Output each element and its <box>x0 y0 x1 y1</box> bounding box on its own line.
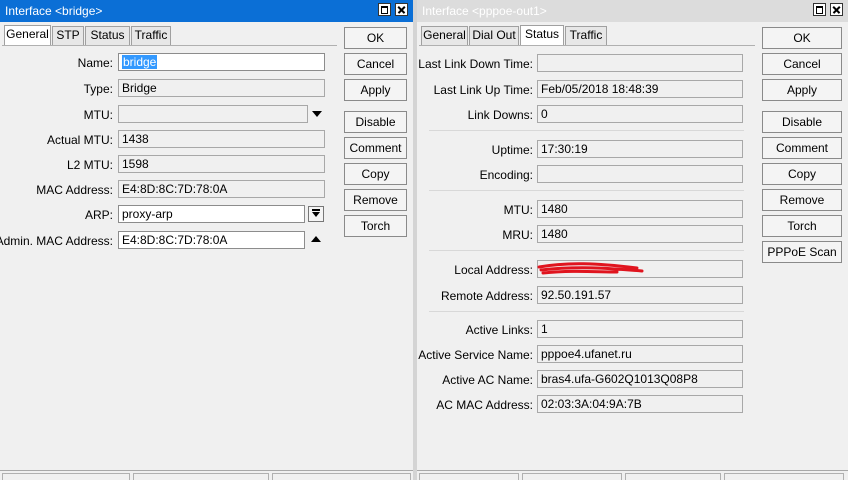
ac-mac-address-label: AC MAC Address: <box>436 398 533 412</box>
mtu-label: MTU: <box>503 203 533 217</box>
window-title: Interface <pppoe-out1> <box>422 4 547 18</box>
name-label: Name: <box>77 56 113 70</box>
arp-select[interactable]: proxy-arp <box>118 205 305 223</box>
name-input[interactable]: bridge <box>118 53 325 71</box>
admin-mac-input[interactable]: E4:8D:8C:7D:78:0A <box>118 231 305 249</box>
dropdown-arrow-icon[interactable] <box>312 111 322 117</box>
link-downs-field: 0 <box>537 105 743 123</box>
torch-button[interactable]: Torch <box>762 215 842 237</box>
status-cell <box>133 473 269 480</box>
tab-status[interactable]: Status <box>520 25 564 45</box>
status-cell <box>419 473 519 480</box>
type-label: Type: <box>83 82 113 96</box>
tab-traffic[interactable]: Traffic <box>131 26 171 45</box>
comment-button[interactable]: Comment <box>762 137 842 159</box>
separator <box>429 190 744 191</box>
maximize-icon[interactable] <box>813 3 826 16</box>
apply-button[interactable]: Apply <box>344 79 407 101</box>
mru-label: MRU: <box>502 228 533 242</box>
mac-address-label: MAC Address: <box>36 183 113 197</box>
copy-button[interactable]: Copy <box>762 163 842 185</box>
redaction-mark <box>537 262 644 275</box>
arp-label: ARP: <box>84 208 113 222</box>
last-link-down-field <box>537 54 743 72</box>
last-link-up-field: Feb/05/2018 18:48:39 <box>537 80 743 98</box>
ok-button[interactable]: OK <box>344 27 407 49</box>
status-cell <box>522 473 622 480</box>
last-link-up-label: Last Link Up Time: <box>433 83 533 97</box>
pppoe-interface-window: Interface <pppoe-out1> General Dial Out … <box>417 0 848 480</box>
status-cell <box>272 473 411 480</box>
status-cell <box>724 473 844 480</box>
pppoe-scan-button[interactable]: PPPoE Scan <box>762 241 842 263</box>
torch-button[interactable]: Torch <box>344 215 407 237</box>
active-links-label: Active Links: <box>465 323 533 337</box>
remote-address-field: 92.50.191.57 <box>537 286 743 304</box>
collapse-arrow-icon[interactable] <box>311 236 321 242</box>
window-title: Interface <bridge> <box>5 4 103 18</box>
tab-general[interactable]: General <box>421 26 468 45</box>
apply-button[interactable]: Apply <box>762 79 842 101</box>
active-ac-name-field: bras4.ufa-G602Q1013Q08P8 <box>537 370 743 388</box>
cancel-button[interactable]: Cancel <box>344 53 407 75</box>
ac-mac-address-field: 02:03:3A:04:9A:7B <box>537 395 743 413</box>
tab-traffic[interactable]: Traffic <box>565 26 607 45</box>
tab-general[interactable]: General <box>4 25 51 45</box>
status-panel: Last Link Down Time: Last Link Up Time: … <box>418 45 755 468</box>
ok-button[interactable]: OK <box>762 27 842 49</box>
disable-button[interactable]: Disable <box>762 111 842 133</box>
mac-address-field: E4:8D:8C:7D:78:0A <box>118 180 325 198</box>
general-panel: Name: bridge Type: Bridge MTU: Actual MT… <box>0 45 337 468</box>
cancel-button[interactable]: Cancel <box>762 53 842 75</box>
copy-button[interactable]: Copy <box>344 163 407 185</box>
status-bar <box>0 470 413 480</box>
tab-dial-out[interactable]: Dial Out <box>469 26 519 45</box>
separator <box>429 250 744 251</box>
actual-mtu-field: 1438 <box>118 130 325 148</box>
l2-mtu-label: L2 MTU: <box>66 158 113 172</box>
encoding-label: Encoding: <box>479 168 533 182</box>
actual-mtu-label: Actual MTU: <box>46 133 113 147</box>
tab-stp[interactable]: STP <box>52 26 84 45</box>
mru-field: 1480 <box>537 225 743 243</box>
uptime-label: Uptime: <box>491 143 533 157</box>
l2-mtu-field: 1598 <box>118 155 325 173</box>
tab-status[interactable]: Status <box>85 26 130 45</box>
title-bar[interactable]: Interface <pppoe-out1> <box>417 0 848 22</box>
link-downs-label: Link Downs: <box>467 108 533 122</box>
status-bar <box>417 470 848 480</box>
active-service-name-field: pppoe4.ufanet.ru <box>537 345 743 363</box>
encoding-field <box>537 165 743 183</box>
active-service-name-label: Active Service Name: <box>418 348 533 362</box>
disable-button[interactable]: Disable <box>344 111 407 133</box>
uptime-field: 17:30:19 <box>537 140 743 158</box>
remove-button[interactable]: Remove <box>762 189 842 211</box>
status-cell <box>2 473 130 480</box>
close-icon[interactable] <box>395 3 408 16</box>
last-link-down-label: Last Link Down Time: <box>418 57 533 71</box>
name-value: bridge <box>122 55 158 69</box>
remove-button[interactable]: Remove <box>344 189 407 211</box>
mtu-input[interactable] <box>118 105 308 123</box>
comment-button[interactable]: Comment <box>344 137 407 159</box>
separator <box>429 130 744 131</box>
bridge-interface-window: Interface <bridge> General STP Status Tr… <box>0 0 414 480</box>
mtu-field: 1480 <box>537 200 743 218</box>
close-icon[interactable] <box>830 3 843 16</box>
local-address-label: Local Address: <box>454 263 533 277</box>
active-ac-name-label: Active AC Name: <box>442 373 533 387</box>
remote-address-label: Remote Address: <box>440 289 533 303</box>
title-bar[interactable]: Interface <bridge> <box>0 0 413 22</box>
type-field: Bridge <box>118 79 325 97</box>
maximize-icon[interactable] <box>378 3 391 16</box>
admin-mac-label: Admin. MAC Address: <box>0 234 113 248</box>
mtu-label: MTU: <box>83 108 113 122</box>
active-links-field: 1 <box>537 320 743 338</box>
dropdown-button-icon[interactable] <box>308 206 324 222</box>
separator <box>429 311 744 312</box>
status-cell <box>625 473 721 480</box>
